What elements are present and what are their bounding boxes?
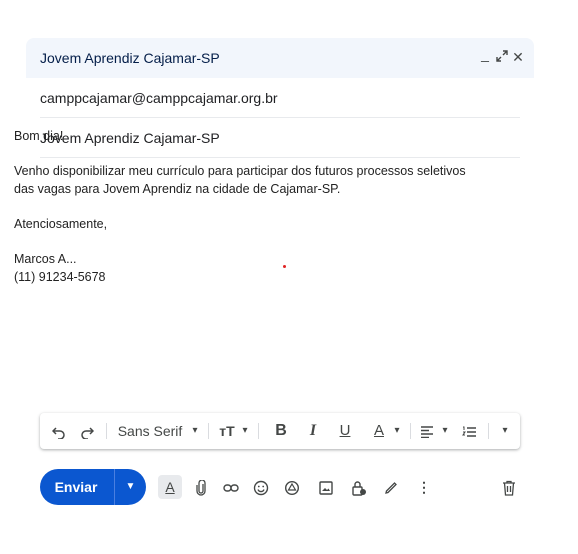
compose-header[interactable]: Jovem Aprendiz Cajamar-SP _ ✕ (26, 38, 534, 78)
confidential-mode-icon[interactable] (349, 477, 369, 497)
send-button-group: Enviar ▼ (40, 469, 146, 505)
message-body[interactable]: Bom dia! Venho disponibilizar meu curríc… (14, 127, 504, 286)
text-color-dropdown-icon[interactable]: ▾ (390, 413, 404, 449)
font-size-dropdown-icon[interactable]: ▾ (238, 413, 252, 449)
text-color-icon[interactable]: A (368, 413, 390, 449)
send-options-icon[interactable]: ▼ (115, 469, 146, 505)
trash-icon[interactable] (499, 477, 519, 497)
font-select[interactable]: Sans Serif (114, 413, 186, 449)
align-dropdown-icon[interactable]: ▾ (438, 413, 452, 449)
closing: Atenciosamente, (14, 217, 108, 231)
align-icon[interactable] (416, 413, 438, 449)
emoji-icon[interactable] (251, 477, 271, 497)
toolbar-separator (488, 423, 489, 439)
formatting-toolbar: Sans Serif ▾ ᴛT ▾ B I U A ▾ ▾ ▾ (40, 413, 520, 449)
toolbar-separator (208, 423, 209, 439)
bold-icon[interactable]: B (270, 413, 292, 449)
message-line-2: das vagas para Jovem Aprendiz na cidade … (14, 182, 341, 196)
photo-icon[interactable] (316, 477, 336, 497)
toolbar-separator (106, 423, 107, 439)
redo-icon[interactable] (76, 413, 98, 449)
font-dropdown-icon[interactable]: ▾ (188, 413, 202, 449)
message-line-1: Venho disponibilizar meu currículo para … (14, 164, 466, 178)
attach-icon[interactable] (191, 477, 211, 497)
drive-icon[interactable] (282, 477, 302, 497)
signature-icon[interactable] (381, 477, 401, 497)
underline-icon[interactable]: U (334, 413, 356, 449)
to-value[interactable]: camppcajamar@camppcajamar.org.br (40, 90, 278, 106)
red-dot (283, 265, 286, 268)
font-size-icon[interactable]: ᴛT (216, 413, 238, 449)
sender-name: Marcos A... (14, 252, 77, 266)
numbered-list-icon[interactable] (458, 413, 480, 449)
more-options-icon[interactable]: ⋮ (414, 477, 434, 497)
close-icon[interactable]: ✕ (509, 47, 527, 67)
greeting: Bom dia! (14, 129, 64, 143)
link-icon[interactable] (221, 477, 241, 497)
to-field[interactable]: camppcajamar@camppcajamar.org.br (40, 78, 520, 118)
formatting-options-icon[interactable]: A (158, 475, 182, 499)
undo-icon[interactable] (48, 413, 70, 449)
more-formatting-icon[interactable]: ▾ (496, 413, 514, 449)
italic-icon[interactable]: I (302, 413, 324, 449)
compose-title: Jovem Aprendiz Cajamar-SP (40, 50, 220, 66)
send-button[interactable]: Enviar (40, 469, 112, 505)
toolbar-separator (258, 423, 259, 439)
toolbar-separator (410, 423, 411, 439)
minimize-icon[interactable]: _ (476, 44, 494, 64)
sender-phone: (11) 91234-5678 (14, 270, 106, 284)
